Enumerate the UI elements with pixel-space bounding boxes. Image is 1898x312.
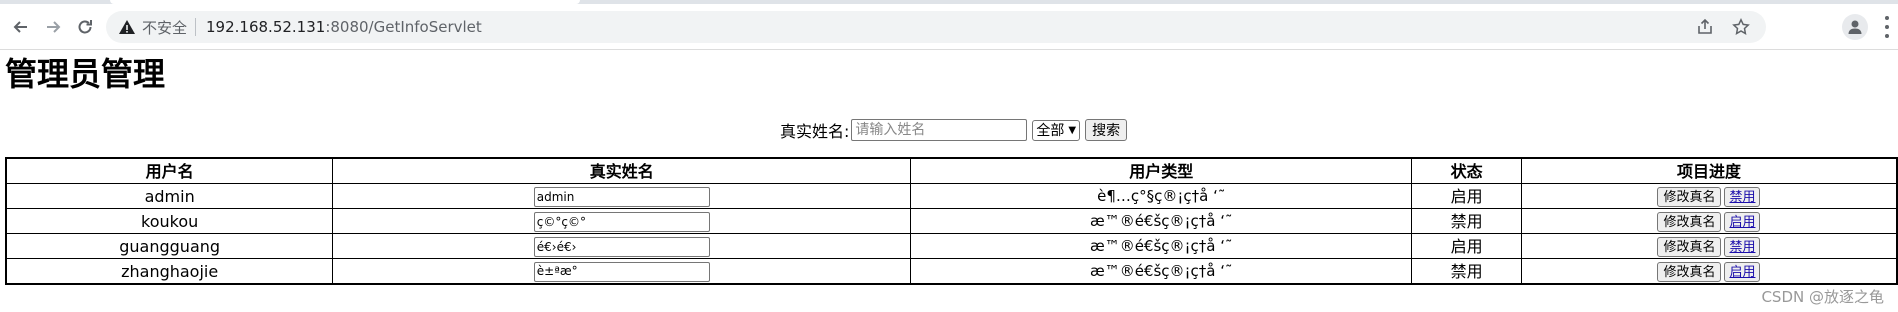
usertype-cell: æ™®é€šç®¡ç†å ‘˜ bbox=[910, 258, 1413, 285]
kebab-menu-icon[interactable] bbox=[1882, 16, 1892, 38]
person-icon bbox=[1848, 20, 1862, 34]
realname-input[interactable] bbox=[533, 187, 710, 207]
col-header-usertype: 用户类型 bbox=[910, 157, 1413, 184]
security-label[interactable]: 不安全 bbox=[142, 17, 187, 38]
profile-avatar[interactable] bbox=[1842, 14, 1868, 40]
col-header-progress: 项目进度 bbox=[1520, 157, 1898, 184]
status-filter-value: 全部 bbox=[1036, 123, 1065, 139]
forward-arrow-icon bbox=[47, 21, 61, 33]
realname-input[interactable] bbox=[533, 212, 710, 232]
realname-input[interactable] bbox=[533, 237, 710, 257]
warning-triangle-icon bbox=[119, 20, 135, 34]
username-cell: admin bbox=[5, 183, 334, 209]
realname-cell bbox=[332, 208, 912, 234]
table-header-row: 用户名 真实姓名 用户类型 状态 项目进度 bbox=[5, 157, 1898, 184]
reload-icon bbox=[78, 20, 92, 34]
address-bar[interactable]: 不安全 192.168.52.131:8080/GetInfoServlet bbox=[106, 11, 1766, 43]
realname-input[interactable] bbox=[533, 262, 710, 282]
edit-realname-button[interactable]: 修改真名 bbox=[1657, 187, 1722, 207]
share-icon[interactable] bbox=[1696, 18, 1714, 36]
search-input[interactable] bbox=[851, 119, 1028, 141]
table-row: guangguang æ™®é€šç®¡ç†å ‘˜ 启用 修改真名禁用 bbox=[5, 233, 1898, 259]
toggle-status-link[interactable]: 启用 bbox=[1724, 212, 1761, 232]
edit-realname-button[interactable]: 修改真名 bbox=[1657, 212, 1722, 232]
url-path: :8080/GetInfoServlet bbox=[325, 18, 482, 36]
col-header-status: 状态 bbox=[1411, 157, 1522, 184]
toggle-status-link[interactable]: 禁用 bbox=[1724, 187, 1761, 207]
search-label: 真实姓名: bbox=[780, 122, 850, 141]
omnibox-actions bbox=[1696, 11, 1750, 43]
admin-table: 用户名 真实姓名 用户类型 状态 项目进度 admin è¶…ç°§ç®¡ç†… bbox=[5, 157, 1898, 285]
status-cell: 启用 bbox=[1411, 233, 1522, 259]
chevron-down-icon: ▼ bbox=[1068, 124, 1077, 136]
url-host: 192.168.52.131 bbox=[206, 18, 326, 36]
actions-cell: 修改真名 禁用 bbox=[1520, 233, 1898, 259]
username-cell: zhanghaojie bbox=[5, 258, 334, 285]
back-arrow-icon bbox=[13, 21, 27, 33]
search-bar: 真实姓名: 全部 ▼ 搜索 bbox=[780, 117, 1128, 143]
edit-realname-button[interactable]: 修改真名 bbox=[1657, 262, 1722, 282]
reload-button[interactable] bbox=[70, 12, 100, 42]
status-cell: 启用 bbox=[1411, 183, 1522, 209]
toggle-status-link[interactable]: 启用 bbox=[1724, 262, 1761, 282]
table-row: zhanghaojie æ™®é€šç®¡ç†å ‘˜ 禁用 修改真名启用 bbox=[5, 258, 1898, 285]
username-cell: guangguang bbox=[5, 233, 334, 259]
bookmark-star-icon[interactable] bbox=[1732, 18, 1750, 36]
toggle-status-link[interactable]: 禁用 bbox=[1724, 237, 1761, 257]
realname-cell bbox=[332, 258, 912, 285]
realname-cell bbox=[332, 233, 912, 259]
realname-cell bbox=[332, 183, 912, 209]
status-cell: 禁用 bbox=[1411, 208, 1522, 234]
back-button[interactable] bbox=[6, 12, 36, 42]
actions-cell: 修改真名 禁用 bbox=[1520, 183, 1898, 209]
usertype-cell: è¶…ç°§ç®¡ç†å ‘˜ bbox=[910, 183, 1413, 209]
actions-cell: 修改真名 启用 bbox=[1520, 258, 1898, 285]
status-filter-select[interactable]: 全部 ▼ bbox=[1032, 119, 1081, 141]
actions-cell: 修改真名 启用 bbox=[1520, 208, 1898, 234]
col-header-username: 用户名 bbox=[5, 157, 334, 184]
table-row: koukou æ™®é€šç®¡ç†å ‘˜ 禁用 修改真名启用 bbox=[5, 208, 1898, 234]
csdn-watermark: CSDN @放逐之龟 bbox=[1761, 288, 1884, 306]
username-cell: koukou bbox=[5, 208, 334, 234]
browser-right-tools bbox=[1842, 12, 1898, 42]
col-header-realname: 真实姓名 bbox=[332, 157, 912, 184]
usertype-cell: æ™®é€šç®¡ç†å ‘˜ bbox=[910, 208, 1413, 234]
usertype-cell: æ™®é€šç®¡ç†å ‘˜ bbox=[910, 233, 1413, 259]
table-row: admin è¶…ç°§ç®¡ç†å ‘˜ 启用 修改真名禁用 bbox=[5, 183, 1898, 209]
omnibox-divider bbox=[195, 18, 197, 36]
forward-button[interactable] bbox=[38, 12, 68, 42]
status-cell: 禁用 bbox=[1411, 258, 1522, 285]
browser-toolbar: 不安全 192.168.52.131:8080/GetInfoServlet bbox=[0, 4, 1898, 50]
page-title: 管理员管理 bbox=[5, 55, 166, 93]
edit-realname-button[interactable]: 修改真名 bbox=[1657, 237, 1722, 257]
search-button[interactable]: 搜索 bbox=[1085, 119, 1128, 141]
